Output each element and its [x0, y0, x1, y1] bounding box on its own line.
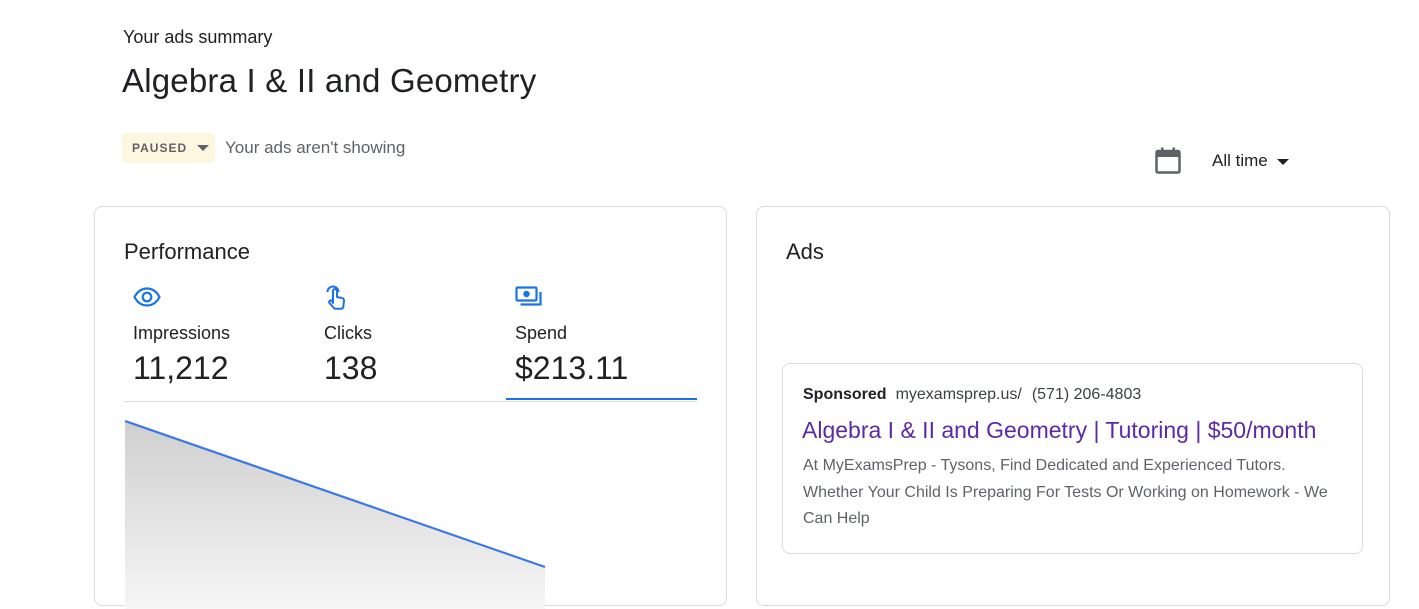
- metric-label: Spend: [515, 323, 568, 343]
- status-badge[interactable]: PAUSED: [122, 133, 215, 163]
- touch-icon: [326, 285, 345, 310]
- page-title: Algebra I & II and Geometry: [122, 62, 537, 99]
- chart-area: [125, 421, 545, 609]
- metric-value: $213.11: [515, 350, 629, 386]
- calendar-icon[interactable]: [1155, 147, 1181, 174]
- metric-clicks[interactable]: Clicks 138: [324, 285, 504, 387]
- metric-value: 11,212: [133, 350, 229, 386]
- performance-chart: [124, 419, 546, 609]
- ad-display-url: myexamsprep.us/: [895, 386, 1022, 403]
- status-text: Your ads aren't showing: [225, 138, 406, 157]
- date-range-label: All time: [1212, 151, 1268, 170]
- ad-description: At MyExamsPrep - Tysons, Find Dedicated …: [803, 457, 1328, 527]
- ad-headline[interactable]: Algebra I & II and Geometry | Tutoring |…: [802, 417, 1316, 444]
- ad-preview[interactable]: Sponsored myexamsprep.us/ (571) 206-4803…: [782, 363, 1363, 554]
- eye-icon: [133, 287, 161, 307]
- ad-sponsored-label: Sponsored: [803, 386, 887, 403]
- chevron-down-icon: [197, 145, 210, 151]
- metric-label: Impressions: [133, 323, 231, 343]
- metric-impressions[interactable]: Impressions 11,212: [133, 285, 313, 387]
- ads-card: Ads Sponsored myexamsprep.us/ (571) 206-…: [756, 206, 1390, 606]
- summary-label: Your ads summary: [123, 27, 273, 47]
- ad-phone: (571) 206-4803: [1031, 386, 1142, 403]
- selected-metric-indicator: [506, 398, 697, 400]
- metric-value: 138: [324, 350, 378, 386]
- money-icon: [515, 286, 542, 306]
- status-badge-label: PAUSED: [132, 141, 188, 155]
- metric-divider: [123, 401, 697, 402]
- ads-title: Ads: [786, 239, 824, 264]
- metric-spend[interactable]: Spend $213.11: [515, 285, 695, 387]
- performance-title: Performance: [124, 239, 250, 264]
- metric-label: Clicks: [324, 323, 372, 343]
- chevron-down-icon: [1276, 159, 1289, 165]
- date-range-dropdown[interactable]: All time: [1212, 151, 1289, 171]
- performance-card: Performance Impressions 11,212 Clicks 13…: [94, 206, 727, 609]
